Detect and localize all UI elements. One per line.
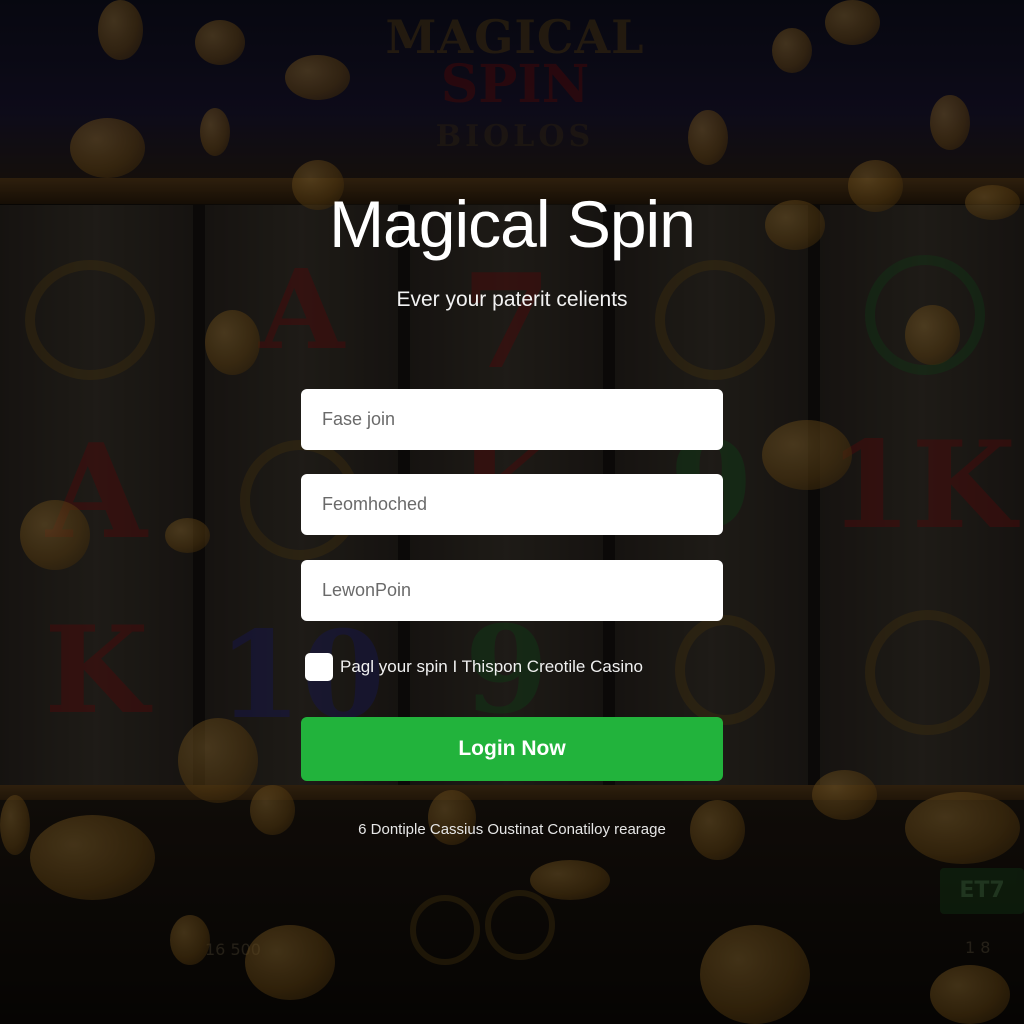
remember-row: Pagl your spin I Thispon Creotile Casino [305, 653, 643, 681]
username-input[interactable] [301, 474, 723, 535]
footer-text: 6 Dontiple Cassius Oustinat Conatiloy re… [358, 821, 666, 838]
remember-label: Pagl your spin I Thispon Creotile Casino [340, 657, 644, 676]
remember-checkbox[interactable] [305, 653, 333, 681]
login-button[interactable]: Login Now [301, 717, 723, 781]
password-input[interactable] [301, 560, 723, 621]
join-input[interactable] [301, 389, 723, 450]
page-subtitle: Ever your paterit celients [396, 288, 628, 311]
page-title: Magical Spin [329, 187, 696, 261]
